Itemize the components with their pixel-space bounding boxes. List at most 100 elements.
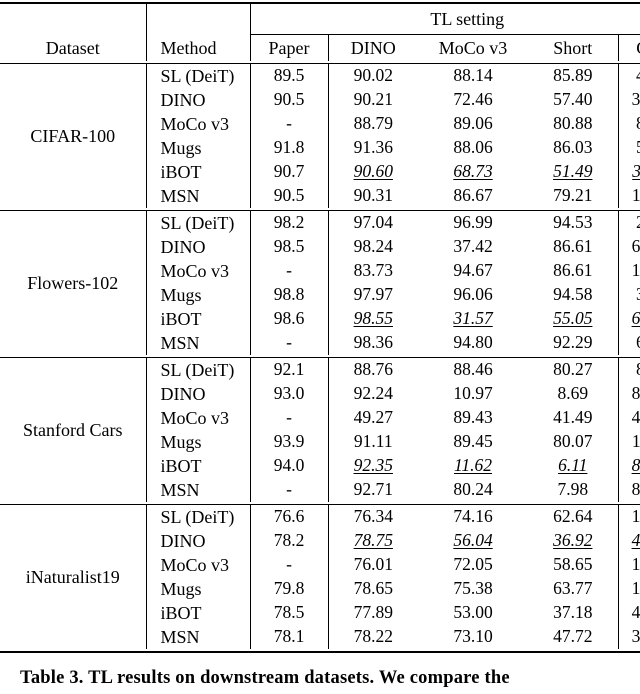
cell-moco-v3: 37.42	[453, 236, 493, 257]
table-row: Flowers-102 SL (DeiT)98.297.04 96.99 94.53 2…	[0, 210, 640, 292]
cell-moco-v3: 88.06	[453, 137, 493, 158]
table-row: Stanford Cars SL (DeiT) 92.1 88.76 88.46 80.2…	[0, 357, 640, 439]
cell-short: 86.61	[553, 236, 593, 257]
method-label: DINO	[145, 382, 250, 406]
cell-gap: 32.81	[617, 88, 640, 112]
method-label: Mugs	[145, 577, 250, 601]
cell-paper: 76.6	[249, 504, 328, 529]
cell-dino: 76.01	[327, 553, 418, 577]
cell-gap: 47.94	[617, 406, 640, 430]
cell-gap: 60.82	[617, 235, 640, 259]
cell-dino: 90.31	[327, 184, 418, 208]
cell-gap: 8.18	[617, 112, 640, 136]
column-header-paper: Paper	[249, 34, 328, 61]
cell-moco-v3: 31.57	[453, 308, 493, 329]
method-label: DINO	[145, 235, 250, 259]
method-label: SL (DeiT)	[145, 63, 250, 88]
cell-dino: 77.89	[327, 601, 418, 625]
cell-moco-v3: 75.38	[453, 578, 493, 599]
tl-results-table: TL setting Dataset Method Paper DINO MoCo v3 S…	[0, 0, 640, 653]
cell-paper: 98.2	[249, 210, 328, 235]
dataset-label-inaturalist19: iNaturalist19	[25, 567, 120, 587]
horizontal-rule	[0, 649, 640, 653]
cell-short: 79.21	[553, 185, 593, 206]
method-label: iBOT	[145, 307, 250, 331]
cell-gap: 40.71	[617, 601, 640, 625]
cell-short: 62.64	[553, 506, 593, 527]
cell-short: 86.03	[553, 137, 593, 158]
cell-short: 80.07	[553, 431, 593, 452]
cell-gap: 13.70	[617, 504, 640, 529]
cell-moco-v3: 89.45	[453, 431, 493, 452]
cell-dino: 97.97	[327, 283, 418, 307]
cell-short: 92.29	[553, 332, 593, 353]
table-row: CIFAR-100 SL (DeiT)89.590.02 88.14 85.89 4.1…	[0, 63, 640, 145]
table-caption: Table 3. TL results on downstream datase…	[20, 668, 510, 688]
header-group-tl-setting: TL setting	[249, 3, 640, 35]
column-header-method: Method	[145, 34, 250, 61]
cell-moco-v3: 94.80	[453, 332, 493, 353]
cell-dino: 76.34	[327, 504, 418, 529]
cell-paper: -	[249, 478, 328, 502]
cell-moco-v3: 73.10	[453, 626, 493, 647]
cell-moco-v3: 80.24	[453, 479, 493, 500]
header-group-row: TL setting	[0, 3, 640, 35]
cell-gap: 5.33	[617, 136, 640, 160]
cell-paper: 90.7	[249, 160, 328, 184]
cell-gap: 30.50	[617, 625, 640, 649]
cell-short: 80.27	[553, 359, 593, 380]
method-label: iBOT	[145, 601, 250, 625]
method-label: DINO	[145, 529, 250, 553]
method-label: iBOT	[145, 454, 250, 478]
method-label: MoCo v3	[145, 259, 250, 283]
cell-gap: 4.13	[617, 63, 640, 88]
column-header-moco-v3: MoCo v3	[438, 38, 508, 58]
cell-short: 80.88	[553, 113, 593, 134]
cell-dino: 92.24	[327, 382, 418, 406]
column-header-short: Short	[553, 38, 593, 58]
cell-dino: 88.76	[327, 357, 418, 382]
table-row: iNaturalist19 SL (DeiT) 76.6 76.34 74.16 62.6…	[0, 504, 640, 586]
column-header-dino: DINO	[327, 34, 418, 61]
header-column-row: Dataset MethodPaperDINO MoCo v3 Short Gap	[0, 34, 640, 61]
cell-moco-v3: 86.67	[453, 185, 493, 206]
method-label: MoCo v3	[145, 553, 250, 577]
method-label: Mugs	[145, 136, 250, 160]
cell-gap: 14.88	[617, 577, 640, 601]
cell-gap: 11.10	[617, 184, 640, 208]
cell-short: 41.49	[553, 407, 593, 428]
cell-dino: 98.36	[327, 331, 418, 355]
cell-paper: -	[249, 259, 328, 283]
method-label: SL (DeiT)	[145, 210, 250, 235]
method-label: iBOT	[145, 160, 250, 184]
cell-paper: -	[249, 112, 328, 136]
method-label: SL (DeiT)	[145, 357, 250, 382]
cell-moco-v3: 72.05	[453, 554, 493, 575]
cell-moco-v3: 89.06	[453, 113, 493, 134]
cell-paper: 91.8	[249, 136, 328, 160]
method-label: SL (DeiT)	[145, 504, 250, 529]
cell-dino: 78.65	[327, 577, 418, 601]
cell-moco-v3: 56.04	[453, 530, 493, 551]
cell-gap: 3.39	[617, 283, 640, 307]
cell-moco-v3: 88.46	[453, 359, 493, 380]
cell-moco-v3: 74.16	[453, 506, 493, 527]
cell-moco-v3: 88.14	[453, 65, 493, 86]
cell-short: 86.61	[553, 260, 593, 281]
method-label: MoCo v3	[145, 112, 250, 136]
cell-gap: 86.24	[617, 454, 640, 478]
cell-moco-v3: 11.62	[453, 455, 493, 476]
cell-paper: 94.0	[249, 454, 328, 478]
cell-gap: 84.73	[617, 478, 640, 502]
cell-gap: 83.55	[617, 382, 640, 406]
cell-gap: 6.07	[617, 331, 640, 355]
cell-moco-v3: 94.67	[453, 260, 493, 281]
cell-short: 55.05	[553, 308, 593, 329]
cell-gap: 17.36	[617, 553, 640, 577]
method-label: MSN	[145, 331, 250, 355]
cell-dino: 83.73	[327, 259, 418, 283]
header-spacer-dataset	[0, 3, 146, 35]
cell-paper: 79.8	[249, 577, 328, 601]
cell-gap: 8.49	[617, 357, 640, 382]
cell-dino: 91.11	[327, 430, 418, 454]
